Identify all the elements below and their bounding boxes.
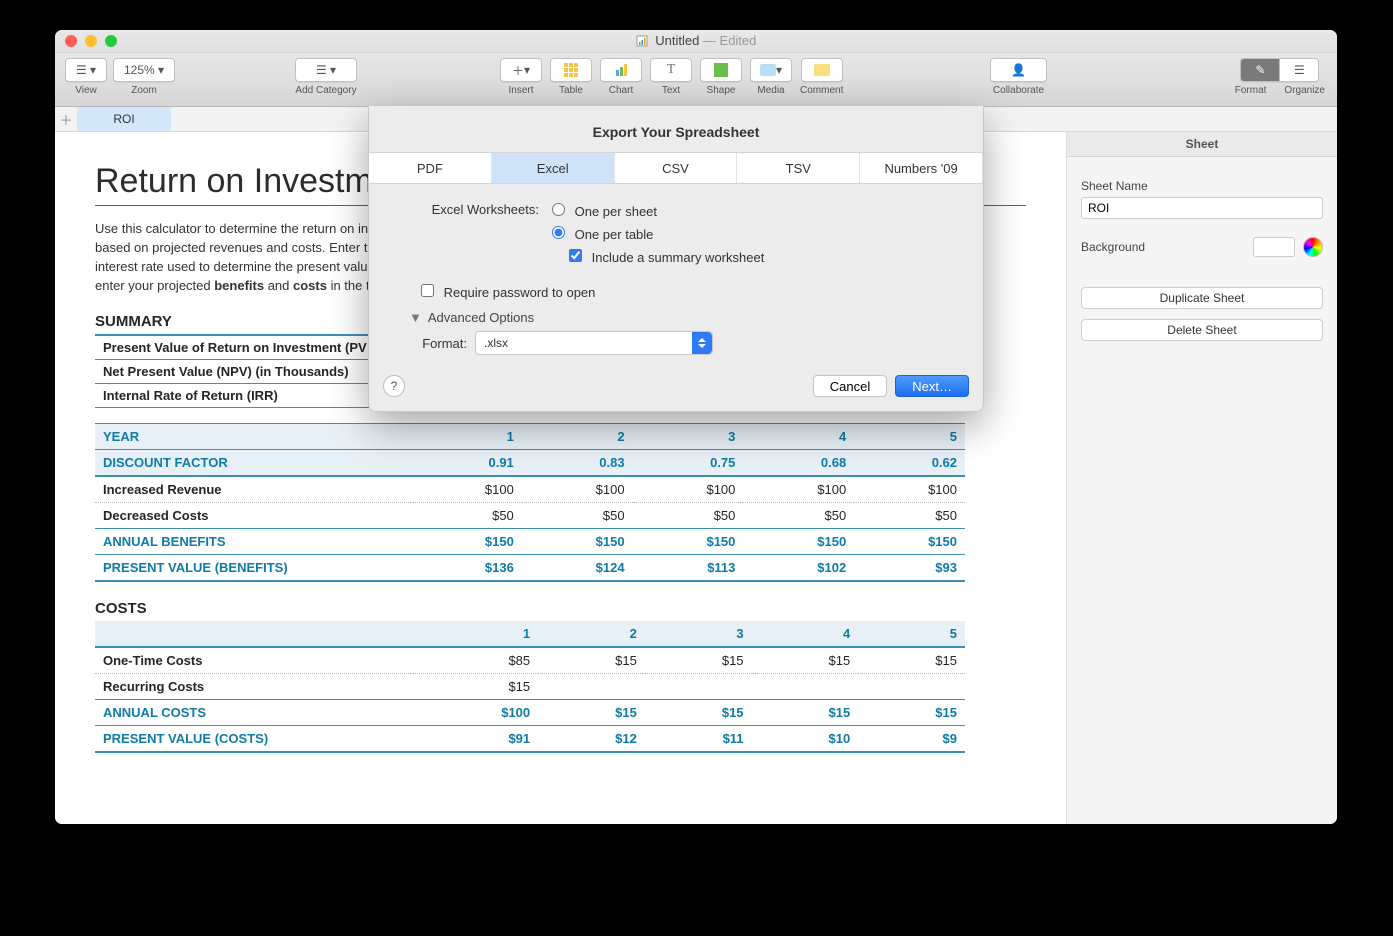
shape-menu-button[interactable] (700, 58, 742, 82)
list-icon: ☰ (316, 63, 327, 77)
costs-table[interactable]: 12345 One-Time Costs$85$15$15$15$15 Recu… (95, 621, 965, 753)
media-menu-button[interactable]: ▾ (750, 58, 792, 82)
format-label: Format: (417, 336, 475, 351)
advanced-options-disclosure[interactable]: ▼ Advanced Options (409, 310, 943, 325)
tab-pdf[interactable]: PDF (369, 153, 492, 183)
format-select[interactable]: .xlsx (475, 331, 713, 355)
chart-icon (616, 64, 627, 76)
tab-numbers09[interactable]: Numbers '09 (860, 153, 983, 183)
media-icon (760, 64, 776, 76)
comment-icon (814, 64, 830, 76)
view-menu-button[interactable]: ☰ ▾ (65, 58, 107, 82)
export-format-tabs: PDF Excel CSV TSV Numbers '09 (369, 152, 983, 184)
inspector-panel: Sheet Sheet Name Background Duplicate Sh… (1066, 132, 1337, 824)
organize-panel-button[interactable]: ☰ (1279, 58, 1319, 82)
export-dialog-title: Export Your Spreadsheet (369, 124, 983, 140)
view-label: View (75, 85, 97, 96)
titlebar: Untitled — Edited (55, 30, 1337, 53)
plus-icon: ＋ (512, 62, 524, 79)
radio-one-per-sheet[interactable]: One per sheet (547, 200, 657, 219)
toolbar: ☰ ▾ View 125% ▾ Zoom ☰ ▾ Add Category ＋▾… (55, 53, 1337, 107)
help-button[interactable]: ? (383, 375, 405, 397)
add-category-label: Add Category (295, 85, 356, 96)
background-label: Background (1081, 240, 1145, 254)
checkbox-include-summary[interactable]: Include a summary worksheet (565, 246, 764, 265)
next-button[interactable]: Next… (895, 375, 969, 397)
select-arrow-icon (692, 332, 712, 354)
radio-one-per-table[interactable]: One per table (547, 223, 653, 242)
inspector-header: Sheet (1067, 132, 1337, 157)
zoom-menu-button[interactable]: 125% ▾ (113, 58, 175, 82)
table-menu-button[interactable] (550, 58, 592, 82)
add-sheet-button[interactable]: ＋ (55, 107, 77, 131)
background-color-well[interactable] (1253, 237, 1295, 257)
collaborate-icon: 👤 (1011, 63, 1026, 77)
cancel-button[interactable]: Cancel (813, 375, 887, 397)
zoom-label: Zoom (131, 85, 157, 96)
collaborate-button[interactable]: 👤 (990, 58, 1047, 82)
text-icon: T (667, 62, 676, 78)
chevron-down-icon: ▼ (409, 310, 422, 325)
app-window: Untitled — Edited ☰ ▾ View 125% ▾ Zoom ☰… (55, 30, 1337, 824)
insert-menu-button[interactable]: ＋▾ (500, 58, 542, 82)
duplicate-sheet-button[interactable]: Duplicate Sheet (1081, 287, 1323, 309)
checkbox-require-password[interactable]: Require password to open (417, 281, 595, 300)
worksheets-label: Excel Worksheets: (409, 202, 547, 217)
chart-menu-button[interactable] (600, 58, 642, 82)
color-picker-button[interactable] (1303, 237, 1323, 257)
add-category-button[interactable]: ☰ ▾ (295, 58, 357, 82)
sheet-name-input[interactable] (1081, 197, 1323, 219)
format-panel-button[interactable]: ✎ (1240, 58, 1279, 82)
organize-icon: ☰ (1294, 63, 1305, 77)
tab-csv[interactable]: CSV (615, 153, 738, 183)
export-dialog: Export Your Spreadsheet PDF Excel CSV TS… (368, 106, 984, 412)
view-icon: ☰ (76, 63, 87, 77)
benefits-table[interactable]: YEAR 12345 DISCOUNT FACTOR 0.910.830.750… (95, 423, 965, 582)
paintbrush-icon: ✎ (1255, 63, 1265, 77)
window-title: Untitled — Edited (55, 33, 1337, 48)
text-button[interactable]: T (650, 58, 692, 82)
costs-heading: COSTS (95, 600, 1026, 617)
shape-icon (714, 63, 728, 77)
document-icon (636, 35, 648, 47)
sheet-tab-roi[interactable]: ROI (77, 107, 171, 131)
table-icon (564, 63, 578, 77)
sheet-name-label: Sheet Name (1081, 179, 1323, 193)
tab-tsv[interactable]: TSV (737, 153, 860, 183)
comment-button[interactable] (801, 58, 843, 82)
tab-excel[interactable]: Excel (492, 153, 615, 183)
delete-sheet-button[interactable]: Delete Sheet (1081, 319, 1323, 341)
